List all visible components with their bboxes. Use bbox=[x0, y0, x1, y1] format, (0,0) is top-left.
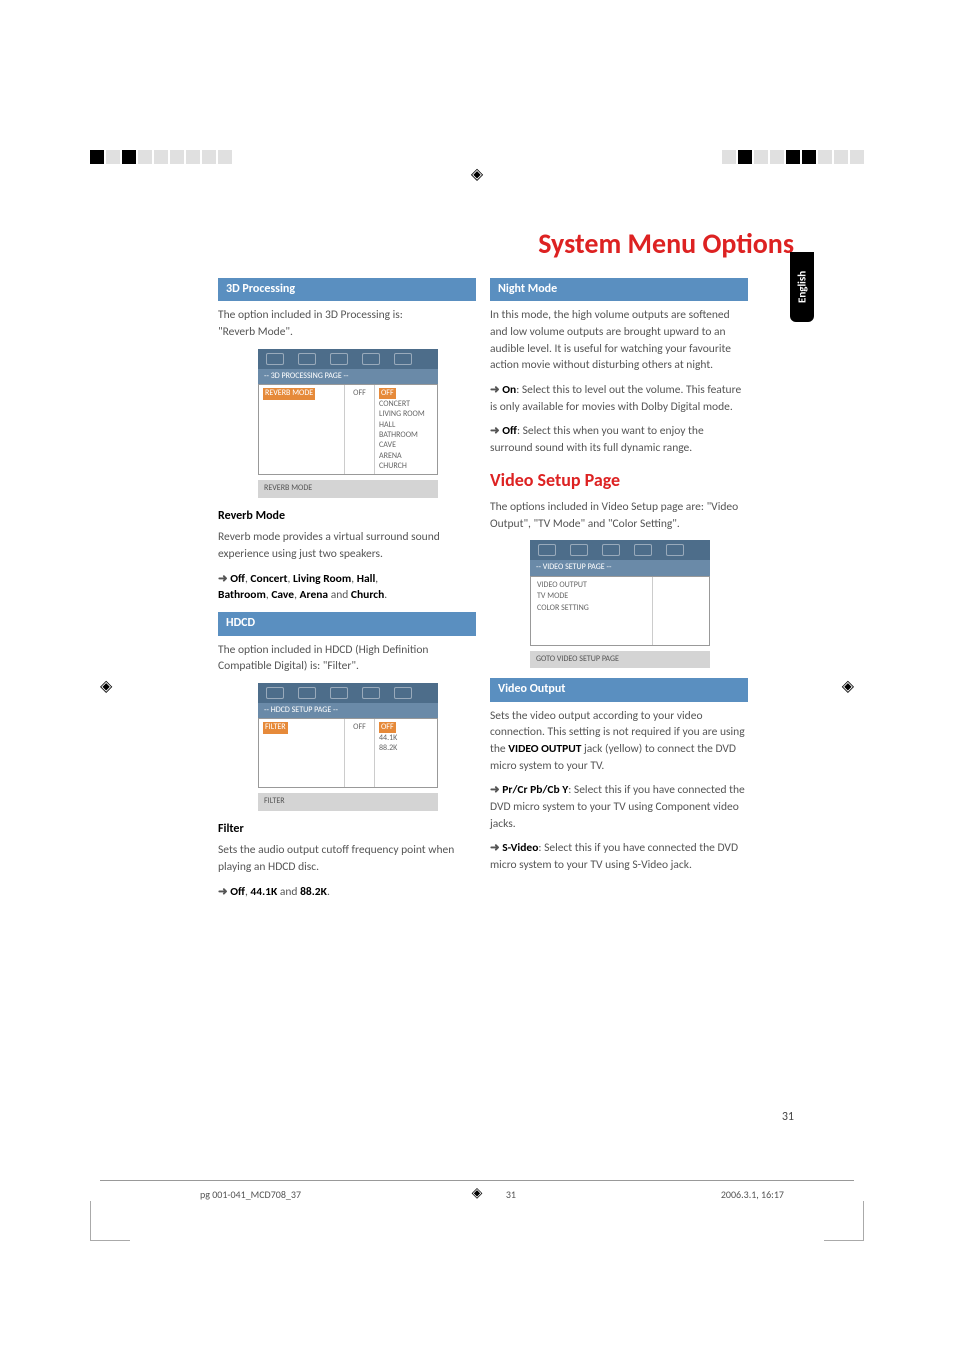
ui-preview-video-setup: -- VIDEO SETUP PAGE -- VIDEO OUTPUT TV M… bbox=[530, 540, 710, 668]
preview-footer: REVERB MODE bbox=[258, 480, 438, 498]
body-text: The options included in Video Setup page… bbox=[490, 499, 748, 532]
preview-footer: GOTO VIDEO SETUP PAGE bbox=[530, 651, 710, 669]
ui-preview-3d-processing: -- 3D PROCESSING PAGE -- REVERB MODE OFF… bbox=[258, 349, 438, 498]
option-off: ➜ Off: Select this when you want to enjo… bbox=[490, 423, 748, 456]
body-text: The option included in HDCD (High Defini… bbox=[218, 642, 476, 675]
registration-mark-icon: ◈ bbox=[471, 164, 483, 184]
preview-menu-items: VIDEO OUTPUT TV MODE COLOR SETTING bbox=[531, 577, 653, 645]
body-text: In this mode, the high volume outputs ar… bbox=[490, 307, 748, 374]
tab-icon bbox=[330, 687, 348, 699]
footer-page: 31 bbox=[506, 1188, 516, 1201]
registration-squares-right bbox=[722, 150, 864, 164]
body-text: Sets the audio output cutoff frequency p… bbox=[218, 842, 476, 875]
option-prcr: ➜ Pr/Cr Pb/Cb Y: Select this if you have… bbox=[490, 782, 748, 832]
option-list: ➜ Off, 44.1K and 88.2K. bbox=[218, 884, 476, 901]
tab-icon bbox=[602, 544, 620, 556]
left-column: 3D Processing The option included in 3D … bbox=[218, 278, 476, 908]
tab-icon bbox=[362, 687, 380, 699]
footer-divider bbox=[100, 1180, 854, 1181]
preview-row-label: FILTER bbox=[263, 722, 288, 734]
preview-title: -- VIDEO SETUP PAGE -- bbox=[530, 560, 710, 576]
subheading-filter: Filter bbox=[218, 821, 476, 838]
preview-title: -- HDCD SETUP PAGE -- bbox=[258, 703, 438, 719]
footer-filename: pg 001-041_MCD708_37 bbox=[200, 1188, 301, 1201]
section-bar-3d-processing: 3D Processing bbox=[218, 278, 476, 301]
tab-icon bbox=[666, 544, 684, 556]
body-text: The option included in 3D Processing is:… bbox=[218, 307, 476, 340]
right-column: Night Mode In this mode, the high volume… bbox=[490, 278, 748, 882]
preview-tab-icons bbox=[530, 540, 710, 560]
option-svideo: ➜ S-Video: Select this if you have conne… bbox=[490, 840, 748, 873]
crop-corner-icon bbox=[90, 1181, 150, 1241]
page-title: System Menu Options bbox=[538, 226, 794, 261]
crop-corner-icon bbox=[804, 1181, 864, 1241]
preview-row-label: REVERB MODE bbox=[263, 388, 315, 400]
section-bar-video-output: Video Output bbox=[490, 678, 748, 701]
section-bar-night-mode: Night Mode bbox=[490, 278, 748, 301]
tab-icon bbox=[266, 687, 284, 699]
preview-options-list: OFF CONCERT LIVING ROOM HALL BATHROOM CA… bbox=[375, 385, 437, 474]
tab-icon bbox=[570, 544, 588, 556]
footer-date: 2006.3.1, 16:17 bbox=[721, 1188, 784, 1201]
registration-mark-icon: ◈ bbox=[472, 1184, 483, 1201]
heading-video-setup-page: Video Setup Page bbox=[490, 467, 748, 493]
tab-icon bbox=[362, 353, 380, 365]
section-bar-hdcd: HDCD bbox=[218, 612, 476, 635]
preview-row-value: OFF bbox=[345, 385, 375, 474]
top-crop-marks: ◈ bbox=[0, 150, 954, 180]
preview-footer: FILTER bbox=[258, 793, 438, 811]
tab-icon bbox=[266, 353, 284, 365]
preview-row-value: OFF bbox=[345, 719, 375, 787]
tab-icon bbox=[330, 353, 348, 365]
option-list: ➜ Off, Concert, Living Room, Hall, Bathr… bbox=[218, 571, 476, 604]
preview-tab-icons bbox=[258, 349, 438, 369]
preview-options-list: OFF 44.1K 88.2K bbox=[375, 719, 437, 787]
ui-preview-hdcd: -- HDCD SETUP PAGE -- FILTER OFF OFF 44.… bbox=[258, 683, 438, 811]
tab-icon bbox=[298, 353, 316, 365]
option-on: ➜ On: Select this to level out the volum… bbox=[490, 382, 748, 415]
registration-mark-icon: ◈ bbox=[842, 676, 854, 696]
tab-icon bbox=[634, 544, 652, 556]
preview-tab-icons bbox=[258, 683, 438, 703]
registration-mark-icon: ◈ bbox=[100, 676, 112, 696]
registration-squares-left bbox=[90, 150, 232, 164]
tab-icon bbox=[298, 687, 316, 699]
body-text: Sets the video output according to your … bbox=[490, 708, 748, 775]
language-tab: English bbox=[790, 252, 814, 322]
body-text: Reverb mode provides a virtual surround … bbox=[218, 529, 476, 562]
preview-title: -- 3D PROCESSING PAGE -- bbox=[258, 369, 438, 385]
subheading-reverb-mode: Reverb Mode bbox=[218, 508, 476, 525]
tab-icon bbox=[538, 544, 556, 556]
page-number: 31 bbox=[782, 1110, 794, 1124]
tab-icon bbox=[394, 353, 412, 365]
tab-icon bbox=[394, 687, 412, 699]
